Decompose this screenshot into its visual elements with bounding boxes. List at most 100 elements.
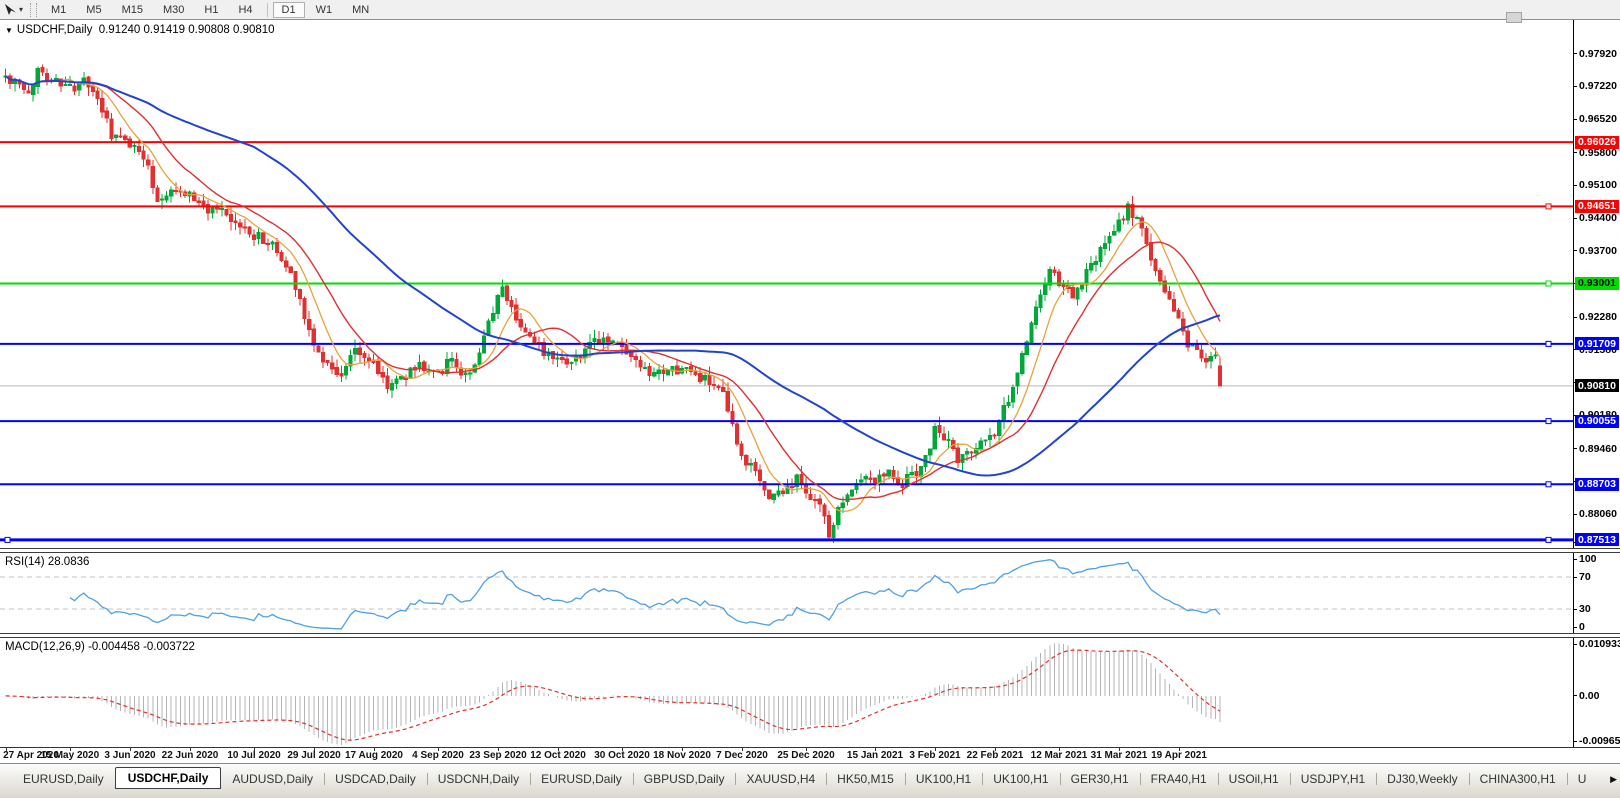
main-chart-plot[interactable]: ▼ USDCHF,Daily 0.91240 0.91419 0.90808 0.… [0, 20, 1573, 548]
rsi-tick-label: 100 [1574, 553, 1597, 565]
date-label: 29 Jul 2020 [287, 750, 341, 761]
timeframe-h1-button[interactable]: H1 [195, 2, 227, 18]
chart-tab-eurusd-daily[interactable]: EURUSD,Daily [530, 769, 633, 789]
date-label: 15 May 2020 [40, 750, 100, 761]
date-label: 17 Aug 2020 [345, 750, 403, 761]
main-price-axis[interactable]: 0.97920 0.97220 0.96520 0.95800 0.95100 0.944… [1573, 20, 1620, 548]
timeframe-w1-button[interactable]: W1 [307, 2, 342, 18]
date-label: 31 Mar 2021 [1090, 750, 1148, 761]
macd-axis[interactable]: 0.010933 0.00 -0.009653 [1573, 638, 1620, 747]
tab-scroll-right-icon[interactable]: ▶ [1610, 774, 1617, 785]
bull-candles [3, 66, 1218, 544]
price-line-label: 0.88703 [1575, 477, 1619, 491]
chart-tab-uk100-h1[interactable]: UK100,H1 [982, 769, 1059, 789]
date-label: 4 Sep 2020 [412, 750, 464, 761]
date-label: 3 Feb 2021 [909, 750, 961, 761]
timeframe-h4-button[interactable]: H4 [229, 2, 261, 18]
macd-tick-label: -0.009653 [1574, 735, 1620, 747]
toolbar-separator [266, 2, 268, 17]
chart-tab-ger30-h1[interactable]: GER30,H1 [1059, 769, 1140, 789]
rsi-plot[interactable]: RSI(14) 28.0836 [0, 553, 1573, 633]
chart-title: ▼ USDCHF,Daily 0.91240 0.91419 0.90808 0.… [5, 24, 275, 36]
price-line-label: 0.91709 [1575, 337, 1619, 351]
chart-tab-usdchf-daily[interactable]: USDCHF,Daily [114, 767, 222, 789]
rsi-tick-label: 30 [1574, 603, 1591, 615]
ma-55-line [4, 75, 1221, 477]
macd-plot[interactable]: MACD(12,26,9) -0.004458 -0.003722 [0, 638, 1573, 747]
price-line-label: 0.93001 [1575, 276, 1619, 290]
chart-symbol: USDCHF,Daily [16, 24, 93, 36]
chart-tab-hk50-m15[interactable]: HK50,M15 [826, 769, 905, 789]
timeframe-d1-button[interactable]: D1 [272, 1, 305, 18]
symbol-dropdown-icon[interactable]: ▼ [5, 26, 13, 35]
price-tick-label: 0.89460 [1574, 443, 1617, 455]
timeframe-buttons: M1 M5 M15 M30 H1 H4 D1 W1 MN [41, 1, 379, 18]
macd-chart[interactable] [0, 638, 1573, 747]
price-tick-label: 0.97220 [1574, 80, 1617, 92]
chart-tab-usdjpy-h1[interactable]: USDJPY,H1 [1289, 769, 1376, 789]
rsi-tick-label: 70 [1574, 571, 1591, 583]
rsi-axis[interactable]: 100 70 30 0 [1573, 553, 1620, 633]
rsi-chart[interactable] [0, 553, 1573, 633]
chart-tab-usdcad-daily[interactable]: USDCAD,Daily [324, 769, 427, 789]
date-label: 12 Oct 2020 [530, 750, 586, 761]
main-chart-pane: ▼ USDCHF,Daily 0.91240 0.91419 0.90808 0.… [0, 20, 1620, 548]
price-tick-label: 0.95100 [1574, 179, 1617, 191]
chart-tab-usdcnh-daily[interactable]: USDCNH,Daily [426, 769, 530, 789]
price-tick-label: 0.94400 [1574, 212, 1617, 224]
timeframe-m30-button[interactable]: M30 [154, 2, 193, 18]
chart-tab-gbpusd-daily[interactable]: GBPUSD,Daily [632, 769, 736, 789]
chart-tabs: EURUSD,Daily USDCHF,Daily AUDUSD,Daily USDC… [0, 767, 1597, 789]
date-label: 22 Jun 2020 [161, 750, 219, 761]
candlestick-chart[interactable] [0, 20, 1573, 548]
timeframe-m15-button[interactable]: M15 [113, 2, 152, 18]
price-tick-label: 0.88060 [1574, 508, 1617, 520]
cursor-tool-dropdown-icon[interactable]: ▾ [19, 5, 23, 14]
date-label: 12 Mar 2021 [1030, 750, 1088, 761]
macd-header: MACD(12,26,9) -0.004458 -0.003722 [5, 641, 195, 653]
price-tick-label: 0.92280 [1574, 311, 1617, 323]
chart-tab-u[interactable]: U [1566, 769, 1598, 789]
macd-signal-line [5, 649, 1221, 741]
date-label: 3 Jun 2020 [104, 750, 156, 761]
price-line-label: 0.90055 [1575, 414, 1619, 428]
date-label: 7 Dec 2020 [716, 750, 768, 761]
toolbar-grip[interactable] [30, 2, 38, 17]
rsi-tick-label: 0 [1574, 621, 1585, 633]
ma-17-line [5, 75, 1221, 501]
price-line-label: 0.87513 [1575, 533, 1619, 547]
chart-tab-uk100-h1[interactable]: UK100,H1 [904, 769, 982, 789]
price-tick-label: 0.97920 [1574, 48, 1617, 60]
date-label: 23 Sep 2020 [469, 750, 527, 761]
rsi-pane: RSI(14) 28.0836 100 70 30 0 [0, 553, 1620, 633]
date-label: 19 Apr 2021 [1151, 750, 1207, 761]
macd-tick-label: 0.010933 [1574, 638, 1620, 650]
date-label: 25 Dec 2020 [777, 750, 835, 761]
chart-tab-eurusd-daily[interactable]: EURUSD,Daily [12, 769, 115, 789]
rsi-line [69, 559, 1221, 630]
price-line-label: 0.90810 [1575, 379, 1619, 393]
macd-histogram [9, 643, 1221, 745]
axis-corner-button[interactable] [1506, 12, 1522, 23]
chart-tab-usoil-h1[interactable]: USOil,H1 [1217, 769, 1290, 789]
price-line-label: 0.96026 [1575, 135, 1619, 149]
macd-tick-label: 0.00 [1574, 690, 1599, 702]
date-axis[interactable]: 27 Apr 2020 15 May 2020 3 Jun 2020 22 Jun 2… [0, 748, 1620, 763]
price-line-label: 0.94651 [1575, 199, 1619, 213]
cursor-tool-icon[interactable] [2, 3, 18, 17]
date-label: 18 Nov 2020 [653, 750, 711, 761]
chart-tab-dj30-weekly[interactable]: DJ30,Weekly [1376, 769, 1468, 789]
timeframe-m1-button[interactable]: M1 [42, 2, 75, 18]
date-label: 10 Jul 2020 [227, 750, 281, 761]
timeframe-m5-button[interactable]: M5 [77, 2, 110, 18]
chart-tab-fra40-h1[interactable]: FRA40,H1 [1139, 769, 1218, 789]
price-tick-label: 0.93700 [1574, 245, 1617, 257]
chart-tab-xauusd-h4[interactable]: XAUUSD,H4 [735, 769, 826, 789]
chart-tab-audusd-daily[interactable]: AUDUSD,Daily [221, 769, 324, 789]
date-label: 30 Oct 2020 [594, 750, 650, 761]
chart-ohlc: 0.91240 0.91419 0.90808 0.90810 [98, 24, 275, 36]
chart-tab-china300-h1[interactable]: CHINA300,H1 [1468, 769, 1567, 789]
price-tick-label: 0.96520 [1574, 113, 1617, 125]
date-label: 22 Feb 2021 [966, 750, 1024, 761]
timeframe-mn-button[interactable]: MN [343, 2, 378, 18]
